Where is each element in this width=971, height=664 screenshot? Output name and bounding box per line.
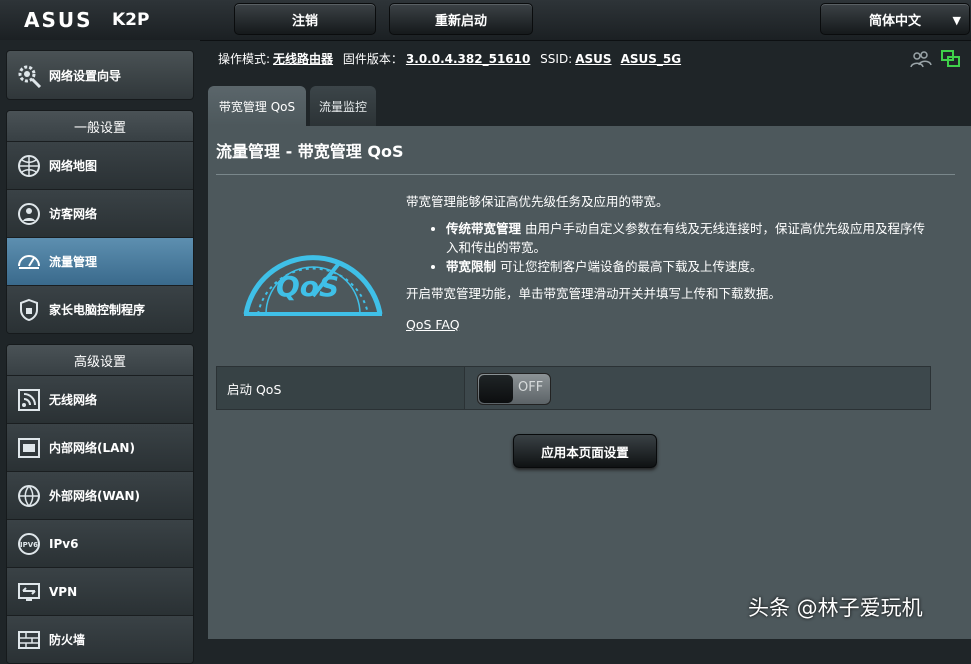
sidebar-item-wizard[interactable]: 网络设置向导 — [6, 50, 194, 100]
top-bar: ASUS K2P 注销 重新启动 简体中文 ▼ — [0, 0, 971, 41]
model-name: K2P — [112, 10, 150, 30]
firewall-icon — [15, 626, 43, 654]
sidebar-item-guest-network[interactable]: 访客网络 — [7, 190, 193, 238]
sidebar-item-lan[interactable]: 内部网络(LAN) — [7, 424, 193, 472]
traffic-manager-icon — [15, 248, 43, 276]
qos-description: 带宽管理能够保证高优先级任务及应用的带宽。 传统带宽管理 由用户手动自定义参数在… — [406, 192, 936, 334]
status-line: 操作模式: 无线路由器 固件版本： 3.0.0.4.382_51610 SSID: A… — [218, 50, 687, 67]
sidebar-item-network-map[interactable]: 网络地图 — [7, 142, 193, 190]
ssid-5g-link[interactable]: ASUS_5G — [621, 52, 682, 66]
sidebar-item-label: 流量管理 — [49, 255, 98, 269]
vpn-icon — [15, 578, 43, 606]
sidebar-item-ipv6[interactable]: IPV6 IPv6 — [7, 520, 193, 568]
ssid-2g-link[interactable]: ASUS — [575, 52, 611, 66]
sidebar: 网络设置向导 一般设置 网络地图 访客网络 流量管理 家长电脑控制程序 高级设置… — [0, 40, 200, 664]
chevron-down-icon: ▼ — [952, 14, 961, 27]
asus-logo: ASUS — [24, 8, 93, 32]
bullet-text: 可让您控制客户端设备的最高下载及上传速度。 — [496, 259, 763, 274]
wan-icon — [15, 482, 43, 510]
feature-list: 传统带宽管理 由用户手动自定义参数在有线及无线连接时，保证高优先级应用及程序传入… — [406, 219, 936, 276]
sidebar-item-traffic-manager[interactable]: 流量管理 — [7, 238, 193, 286]
list-item: 带宽限制 可让您控制客户端设备的最高下载及上传速度。 — [446, 257, 936, 276]
ssid-label: SSID: — [540, 52, 573, 66]
sidebar-item-label: IPv6 — [49, 536, 79, 551]
qos-toggle-switch[interactable]: OFF — [477, 373, 551, 405]
instruction-text: 开启带宽管理功能，单击带宽管理滑动开关并填写上传和下载数据。 — [406, 286, 782, 301]
sidebar-item-vpn[interactable]: VPN — [7, 568, 193, 616]
intro-text: 带宽管理能够保证高优先级任务及应用的带宽。 — [406, 194, 669, 209]
group-title: 一般设置 — [7, 111, 193, 142]
general-settings-group: 一般设置 网络地图 访客网络 流量管理 家长电脑控制程序 — [6, 110, 194, 334]
logout-button[interactable]: 注销 — [234, 3, 376, 35]
bullet-title: 带宽限制 — [446, 259, 497, 274]
internet-status-icon[interactable] — [941, 50, 961, 72]
mode-link[interactable]: 无线路由器 — [273, 52, 333, 66]
page-title: 流量管理 - 带宽管理 QoS — [216, 142, 404, 161]
tab-qos[interactable]: 带宽管理 QoS — [208, 86, 306, 126]
enable-qos-row: 启动 QoS OFF — [216, 366, 931, 410]
sidebar-item-label: VPN — [49, 584, 78, 599]
qos-faq-link[interactable]: QoS FAQ — [406, 317, 460, 332]
sidebar-item-label: 网络地图 — [49, 159, 98, 173]
qos-logo-text: QoS — [276, 270, 340, 303]
toggle-state-label: OFF — [518, 380, 544, 395]
bullet-title: 传统带宽管理 — [446, 221, 522, 236]
sidebar-item-wireless[interactable]: 无线网络 — [7, 376, 193, 424]
advanced-settings-group: 高级设置 无线网络 内部网络(LAN) 外部网络(WAN) IPV6 IPv6 … — [6, 344, 194, 664]
network-map-icon — [15, 152, 43, 180]
watermark: 头条 @林子爱玩机 — [748, 596, 923, 620]
clients-icon[interactable] — [910, 50, 932, 72]
firmware-link[interactable]: 3.0.0.4.382_51610 — [406, 52, 530, 66]
sidebar-item-label: 内部网络(LAN) — [49, 441, 135, 455]
sidebar-item-label: 无线网络 — [49, 393, 98, 407]
svg-text:IPV6: IPV6 — [20, 541, 38, 549]
group-title: 高级设置 — [7, 345, 193, 376]
sidebar-item-label: 访客网络 — [49, 207, 98, 221]
firmware-label: 固件版本： — [342, 52, 403, 66]
wizard-gear-icon — [15, 61, 43, 89]
toggle-knob — [479, 375, 513, 403]
sidebar-item-wan[interactable]: 外部网络(WAN) — [7, 472, 193, 520]
wireless-icon — [15, 386, 43, 414]
sidebar-item-label: 外部网络(WAN) — [49, 489, 140, 503]
reboot-button[interactable]: 重新启动 — [389, 3, 533, 35]
sidebar-item-label: 防火墙 — [49, 633, 86, 647]
mode-label: 操作模式: — [218, 52, 271, 66]
list-item: 传统带宽管理 由用户手动自定义参数在有线及无线连接时，保证高优先级应用及程序传入… — [446, 219, 936, 257]
apply-settings-button[interactable]: 应用本页面设置 — [513, 434, 657, 468]
lan-icon — [15, 434, 43, 462]
title-divider — [216, 174, 955, 175]
sidebar-item-firewall[interactable]: 防火墙 — [7, 616, 193, 663]
guest-network-icon — [15, 200, 43, 228]
language-label: 简体中文 — [868, 13, 921, 29]
tab-traffic-monitor[interactable]: 流量监控 — [310, 86, 376, 126]
language-select[interactable]: 简体中文 ▼ — [820, 3, 970, 35]
qos-speedometer-icon: QoS — [238, 226, 388, 321]
enable-qos-label: 启动 QoS — [217, 367, 465, 409]
parental-control-icon — [15, 296, 43, 324]
sidebar-item-label: 家长电脑控制程序 — [49, 303, 146, 317]
sidebar-item-label: 网络设置向导 — [49, 68, 122, 83]
main-panel: 流量管理 - 带宽管理 QoS QoS 带宽管理能够保证高优先级任务及应用的带宽… — [208, 126, 971, 639]
ipv6-icon: IPV6 — [15, 530, 43, 558]
sidebar-item-parental-control[interactable]: 家长电脑控制程序 — [7, 286, 193, 333]
